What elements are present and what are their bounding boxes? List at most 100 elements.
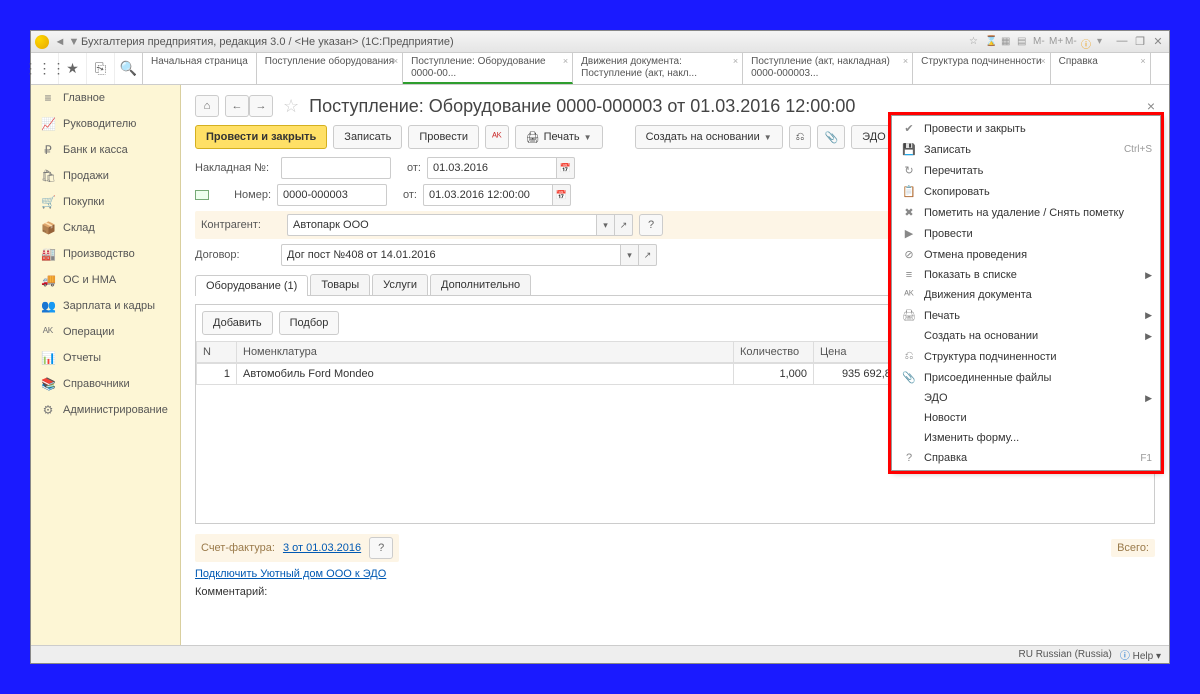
close-tab-icon[interactable]: × <box>733 56 738 67</box>
sidebar-item[interactable]: ᴬᴷОперации <box>31 319 180 345</box>
minimize-icon[interactable]: — <box>1115 35 1129 48</box>
menu-item[interactable]: 💾ЗаписатьCtrl+S <box>892 139 1160 160</box>
column-header[interactable]: N <box>197 342 237 363</box>
sidebar-item[interactable]: ⚙Администрирование <box>31 397 180 423</box>
doc-date-input[interactable]: 01.03.2016 12:00:00 <box>423 184 553 206</box>
subtab[interactable]: Дополнительно <box>430 274 531 295</box>
open-icon[interactable]: ↗ <box>639 244 657 266</box>
post-close-button[interactable]: Провести и закрыть <box>195 125 327 149</box>
close-tab-icon[interactable]: × <box>1140 56 1145 67</box>
close-tab-icon[interactable]: × <box>393 56 398 67</box>
menu-item[interactable]: ✖Пометить на удаление / Снять пометку <box>892 202 1160 223</box>
sidebar-item[interactable]: 📚Справочники <box>31 371 180 397</box>
m-plus-icon[interactable]: M+ <box>1049 36 1061 48</box>
print-button[interactable]: 🖨 Печать ▼ <box>515 125 603 149</box>
close-page-icon[interactable]: × <box>1147 98 1155 114</box>
menu-item[interactable]: ▶Провести <box>892 223 1160 244</box>
close-window-icon[interactable]: ✕ <box>1151 35 1165 48</box>
hierarchy-icon[interactable]: ⎌ <box>789 125 812 149</box>
edo-connect-link[interactable]: Подключить Уютный дом ООО к ЭДО <box>195 568 386 580</box>
menu-item[interactable]: 🖨Печать▶ <box>892 305 1160 326</box>
menu-item[interactable]: ✔Провести и закрыть <box>892 118 1160 139</box>
calendar-icon[interactable]: 📅 <box>553 184 571 206</box>
search-icon[interactable]: 🔍 <box>115 53 143 84</box>
calendar-icon[interactable]: ▤ <box>1017 36 1029 48</box>
pick-button[interactable]: Подбор <box>279 311 340 335</box>
star-icon[interactable]: ★ <box>59 53 87 84</box>
invoice-factura-link[interactable]: 3 от 01.03.2016 <box>283 542 361 554</box>
dropdown-icon[interactable]: ▾ <box>597 214 615 236</box>
sidebar-item[interactable]: 🛍Продажи <box>31 163 180 189</box>
post-button[interactable]: Провести <box>408 125 479 149</box>
clipboard-icon[interactable]: ⎘ <box>87 53 115 84</box>
column-header[interactable]: Номенклатура <box>237 342 734 363</box>
column-header[interactable]: Цена <box>814 342 904 363</box>
menu-item[interactable]: Новости <box>892 408 1160 428</box>
sidebar-item[interactable]: 👥Зарплата и кадры <box>31 293 180 319</box>
sidebar-item[interactable]: 🏭Производство <box>31 241 180 267</box>
invoice-date-input[interactable]: 01.03.2016 <box>427 157 557 179</box>
attach-icon[interactable]: 📎 <box>817 125 845 149</box>
sidebar-item[interactable]: 🛒Покупки <box>31 189 180 215</box>
number-input[interactable]: 0000-000003 <box>277 184 387 206</box>
menu-item[interactable]: ↻Перечитать <box>892 160 1160 181</box>
tab[interactable]: Движения документа: Поступление (акт, на… <box>573 53 743 84</box>
favorite-star-icon[interactable]: ☆ <box>283 96 299 117</box>
contract-input[interactable]: Дог пост №408 от 14.01.2016 <box>281 244 621 266</box>
sidebar-item[interactable]: 📦Склад <box>31 215 180 241</box>
close-tab-icon[interactable]: × <box>563 56 568 67</box>
open-icon[interactable]: ↗ <box>615 214 633 236</box>
favorite-icon[interactable]: ☆ <box>969 36 981 48</box>
menu-item[interactable]: Изменить форму... <box>892 428 1160 448</box>
contractor-input[interactable]: Автопарк ООО <box>287 214 597 236</box>
menu-item[interactable]: ⎌Структура подчиненности <box>892 346 1160 367</box>
column-header[interactable]: Количество <box>734 342 814 363</box>
factura-help-icon[interactable]: ? <box>369 537 393 559</box>
menu-item[interactable]: 📎Присоединенные файлы <box>892 367 1160 388</box>
close-tab-icon[interactable]: × <box>1040 56 1045 67</box>
sidebar-item[interactable]: 📈Руководителю <box>31 111 180 137</box>
subtab[interactable]: Оборудование (1) <box>195 275 308 296</box>
forward-button[interactable]: → <box>249 95 273 117</box>
tab[interactable]: Начальная страница <box>143 53 257 84</box>
history-icon[interactable]: ⌛ <box>985 36 997 48</box>
fwd-icon[interactable]: ▼ <box>67 36 81 48</box>
info-icon[interactable]: ⓘ <box>1081 36 1093 48</box>
back-button[interactable]: ← <box>225 95 249 117</box>
help-status[interactable]: ⓘ Help ▾ <box>1120 647 1161 662</box>
contractor-help-icon[interactable]: ? <box>639 214 663 236</box>
apps-icon[interactable]: ⋮⋮⋮ <box>31 53 59 84</box>
m-minus-icon[interactable]: M- <box>1033 36 1045 48</box>
tab[interactable]: Поступление (акт, накладная) 0000-000003… <box>743 53 913 84</box>
sidebar-item[interactable]: 📊Отчеты <box>31 345 180 371</box>
calendar-icon[interactable]: 📅 <box>557 157 575 179</box>
sidebar-item[interactable]: ≡Главное <box>31 85 180 111</box>
menu-item[interactable]: ᴬᴷДвижения документа <box>892 285 1160 305</box>
register-icon[interactable]: ᴬᴷ <box>485 125 509 149</box>
invoice-num-input[interactable] <box>281 157 391 179</box>
maximize-icon[interactable]: ❐ <box>1133 35 1147 48</box>
tab[interactable]: Структура подчиненности× <box>913 53 1050 84</box>
dropdown-icon[interactable]: ▾ <box>621 244 639 266</box>
add-button[interactable]: Добавить <box>202 311 273 335</box>
menu-item[interactable]: ≡Показать в списке▶ <box>892 265 1160 285</box>
tab[interactable]: Поступление: Оборудование 0000-00...× <box>403 53 573 84</box>
sidebar-item[interactable]: ₽Банк и касса <box>31 137 180 163</box>
tab[interactable]: Поступление оборудования× <box>257 53 403 84</box>
m-icon[interactable]: M- <box>1065 36 1077 48</box>
back-icon[interactable]: ◄ <box>53 36 67 48</box>
dropdown-icon[interactable]: ▾ <box>1097 36 1109 48</box>
close-tab-icon[interactable]: × <box>903 56 908 67</box>
menu-item[interactable]: 📋Скопировать <box>892 181 1160 202</box>
home-icon[interactable]: ⌂ <box>195 95 219 117</box>
menu-item[interactable]: ЭДО▶ <box>892 388 1160 408</box>
subtab[interactable]: Товары <box>310 274 370 295</box>
menu-item[interactable]: ?СправкаF1 <box>892 448 1160 468</box>
subtab[interactable]: Услуги <box>372 274 428 295</box>
calc-icon[interactable]: ▦ <box>1001 36 1013 48</box>
sidebar-item[interactable]: 🚚ОС и НМА <box>31 267 180 293</box>
menu-item[interactable]: Создать на основании▶ <box>892 326 1160 346</box>
lang-indicator[interactable]: RU Russian (Russia) <box>1018 649 1111 660</box>
envelope-icon[interactable] <box>195 190 209 200</box>
save-button[interactable]: Записать <box>333 125 402 149</box>
